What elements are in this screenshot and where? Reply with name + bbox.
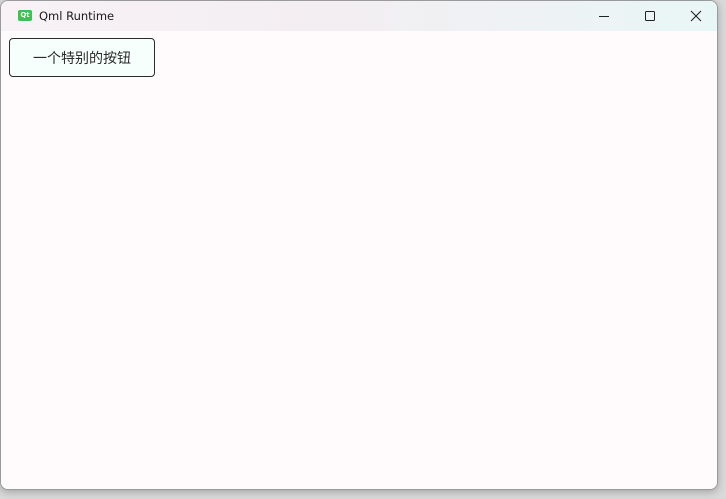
minimize-button[interactable] [581, 1, 627, 31]
close-button[interactable] [673, 1, 717, 31]
minimize-icon [599, 16, 609, 17]
content-area: 一个特别的按钮 [1, 31, 717, 489]
qt-icon: Qt [18, 10, 32, 21]
app-window: Qt Qml Runtime 一个特别的按钮 [0, 0, 718, 490]
maximize-icon [645, 11, 655, 21]
maximize-button[interactable] [627, 1, 673, 31]
close-icon [690, 10, 702, 22]
title-bar[interactable]: Qt Qml Runtime [1, 1, 717, 31]
window-title: Qml Runtime [39, 9, 115, 23]
special-button[interactable]: 一个特别的按钮 [9, 38, 155, 77]
